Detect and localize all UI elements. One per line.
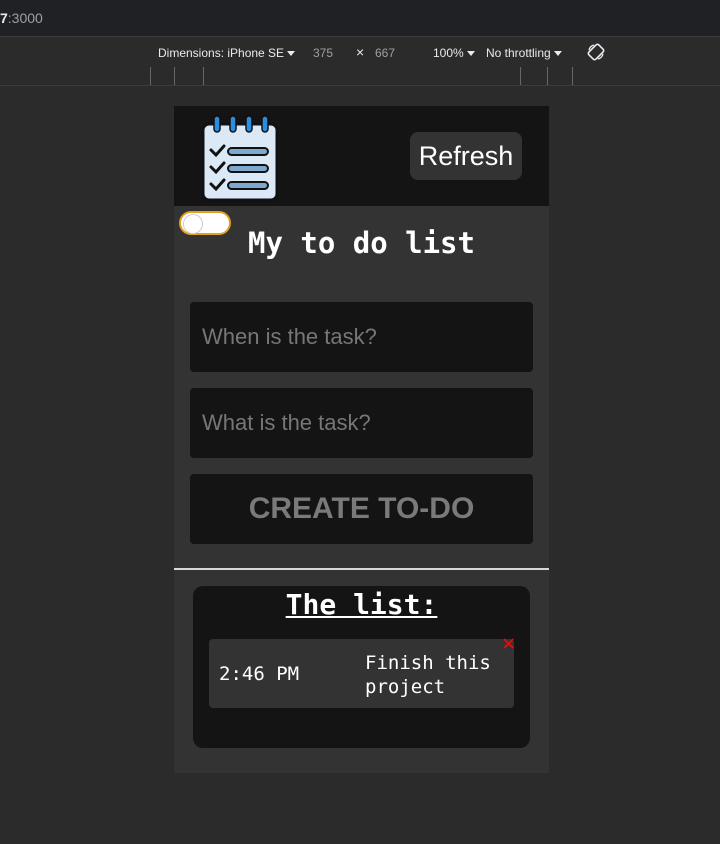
- notepad-checklist-icon: [200, 114, 282, 204]
- browser-address-bar[interactable]: 7:3000: [0, 0, 720, 36]
- device-dimensions-dropdown[interactable]: Dimensions: iPhone SE: [158, 46, 296, 60]
- delete-icon[interactable]: ✕: [502, 631, 515, 656]
- app-header: Refresh: [174, 106, 549, 206]
- rotate-icon[interactable]: [586, 42, 606, 65]
- section-divider: [174, 568, 549, 570]
- times-separator: ×: [356, 44, 365, 60]
- list-item: 2:46 PM Finish this project ✕: [209, 631, 515, 708]
- what-input[interactable]: What is the task?: [190, 388, 533, 458]
- todo-time: 2:46 PM: [219, 663, 300, 685]
- todo-text: Finish this project: [365, 652, 491, 698]
- chevron-down-icon: [287, 51, 296, 57]
- zoom-dropdown[interactable]: 100%: [433, 46, 475, 60]
- list-title: The list:: [285, 588, 438, 621]
- when-input[interactable]: When is the task?: [190, 302, 533, 372]
- chevron-down-icon: [553, 51, 562, 57]
- media-query-ruler: [0, 67, 720, 86]
- chevron-down-icon: [466, 51, 475, 57]
- todo-list-panel: The list: 2:46 PM Finish this project ✕: [193, 586, 530, 748]
- create-todo-button[interactable]: CREATE TO-DO: [190, 474, 533, 544]
- url-text[interactable]: 7:3000: [0, 10, 43, 26]
- app-viewport: Refresh My to do list When is the task? …: [174, 106, 549, 773]
- viewport-height-field[interactable]: 667: [375, 46, 395, 60]
- viewport-width-field[interactable]: 375: [313, 46, 333, 60]
- refresh-button[interactable]: Refresh: [410, 132, 522, 180]
- page-title: My to do list: [248, 226, 475, 260]
- throttling-dropdown[interactable]: No throttling: [486, 46, 562, 60]
- devtools-device-toolbar: Dimensions: iPhone SE 375 × 667 100% No …: [0, 36, 720, 68]
